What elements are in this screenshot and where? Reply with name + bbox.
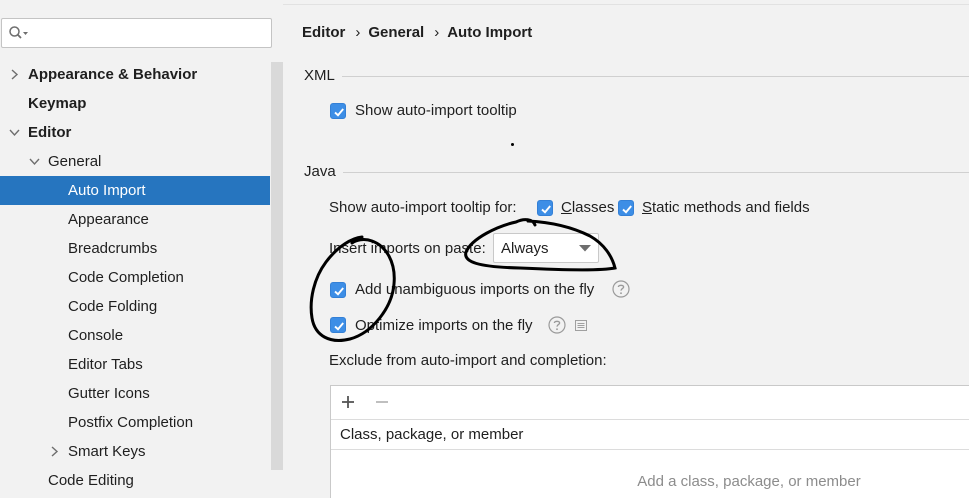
dropdown-arrow-icon	[579, 245, 591, 252]
sidebar-item-label: Smart Keys	[68, 443, 146, 460]
sidebar-item-editor[interactable]: Editor	[0, 118, 270, 147]
sidebar-item-postfix-completion[interactable]: Postfix Completion	[0, 408, 270, 437]
sidebar-item-label: Breadcrumbs	[68, 240, 158, 257]
sidebar-item-keymap[interactable]: Keymap	[0, 89, 270, 118]
checkmark-icon	[334, 322, 344, 331]
breadcrumb-separator: ›	[434, 24, 440, 41]
sidebar-item-label: General	[48, 153, 102, 170]
add-unambiguous-checkbox[interactable]	[330, 282, 346, 298]
question-icon[interactable]	[612, 280, 630, 298]
sidebar-item-code-completion[interactable]: Code Completion	[0, 263, 270, 292]
exclude-label: Exclude from auto-import and completion:	[329, 352, 607, 369]
insert-on-paste-select[interactable]: Always	[493, 233, 599, 263]
add-unambiguous-label[interactable]: Add unambiguous imports on the fly	[355, 280, 594, 300]
empty-table-text: Add a class, package, or member	[637, 473, 861, 490]
exclude-table: Class, package, or member Add a class, p…	[330, 385, 969, 498]
classes-checkbox[interactable]	[537, 200, 553, 216]
insert-on-paste-label: Insert imports on paste:	[329, 240, 486, 257]
column-header-label: Class, package, or member	[340, 426, 524, 443]
plus-icon[interactable]	[340, 394, 356, 410]
show-tooltip-label[interactable]: Show auto-import tooltip	[355, 101, 517, 121]
stray-dot-mark	[511, 143, 514, 146]
question-icon[interactable]	[548, 316, 566, 334]
sidebar-item-label: Postfix Completion	[68, 414, 194, 431]
sidebar-scrollbar[interactable]	[271, 62, 283, 470]
chevron-down-icon[interactable]	[29, 156, 40, 167]
static-members-checkbox[interactable]	[618, 200, 634, 216]
breadcrumb-item[interactable]: Editor	[302, 22, 345, 44]
sidebar-item-general[interactable]: General	[0, 147, 270, 176]
sidebar-item-label: Auto Import	[68, 182, 146, 199]
classes-label[interactable]: Classes	[561, 198, 614, 218]
sidebar-item-label: Gutter Icons	[68, 385, 150, 402]
tooltip-for-label: Show auto-import tooltip for:	[329, 199, 517, 216]
checkmark-icon	[622, 205, 632, 214]
sidebar-item-auto-import[interactable]: Auto Import	[0, 176, 270, 205]
breadcrumb: Editor › General › Auto Import	[302, 22, 532, 44]
sidebar-item-label: Editor	[28, 124, 72, 141]
section-divider	[342, 76, 969, 77]
sidebar-item-label: Appearance & Behavior	[28, 66, 198, 83]
breadcrumb-item[interactable]: General	[368, 22, 424, 44]
search-input[interactable]	[32, 22, 266, 46]
breadcrumb-separator: ›	[355, 24, 361, 41]
optimize-imports-label[interactable]: Optimize imports on the fly	[355, 316, 533, 336]
sidebar-item-gutter-icons[interactable]: Gutter Icons	[0, 379, 270, 408]
sidebar-item-label: Keymap	[28, 95, 87, 112]
checkmark-icon	[541, 205, 551, 214]
sidebar-item-appearance-behavior[interactable]: Appearance & Behavior	[0, 60, 270, 89]
sidebar-item-label: Code Completion	[68, 269, 184, 286]
sidebar-item-label: Code Editing	[48, 472, 134, 489]
sidebar-item-console[interactable]: Console	[0, 321, 270, 350]
document-icon[interactable]	[575, 320, 587, 331]
static-members-label[interactable]: Static methods and fields	[642, 198, 810, 218]
sidebar-item-smart-keys[interactable]: Smart Keys	[0, 437, 270, 466]
settings-sidebar: Appearance & Behavior Keymap Editor Gene…	[0, 0, 283, 498]
checkmark-icon	[334, 108, 344, 117]
sidebar-item-label: Editor Tabs	[68, 356, 143, 373]
panel-top-border	[283, 4, 969, 5]
sidebar-item-code-folding[interactable]: Code Folding	[0, 292, 270, 321]
sidebar-item-label: Appearance	[68, 211, 149, 228]
sidebar-item-appearance[interactable]: Appearance	[0, 205, 270, 234]
chevron-right-icon[interactable]	[9, 69, 20, 80]
checkmark-icon	[334, 287, 344, 296]
column-header[interactable]: Class, package, or member	[331, 419, 969, 450]
sidebar-item-label: Console	[68, 327, 124, 344]
section-title-xml: XML	[304, 67, 335, 84]
chevron-right-icon[interactable]	[49, 446, 60, 457]
optimize-imports-checkbox[interactable]	[330, 317, 346, 333]
minus-icon[interactable]	[374, 394, 390, 410]
sidebar-item-label: Code Folding	[68, 298, 158, 315]
sidebar-item-breadcrumbs[interactable]: Breadcrumbs	[0, 234, 270, 263]
breadcrumb-item: Auto Import	[447, 24, 533, 41]
section-title-java: Java	[304, 163, 336, 180]
select-value: Always	[501, 240, 549, 257]
sidebar-item-code-editing[interactable]: Code Editing	[0, 466, 270, 495]
search-icon[interactable]	[8, 25, 30, 41]
section-divider	[343, 172, 969, 173]
show-tooltip-checkbox[interactable]	[330, 103, 346, 119]
chevron-down-icon[interactable]	[9, 127, 20, 138]
sidebar-item-editor-tabs[interactable]: Editor Tabs	[0, 350, 270, 379]
search-box[interactable]	[1, 18, 272, 48]
